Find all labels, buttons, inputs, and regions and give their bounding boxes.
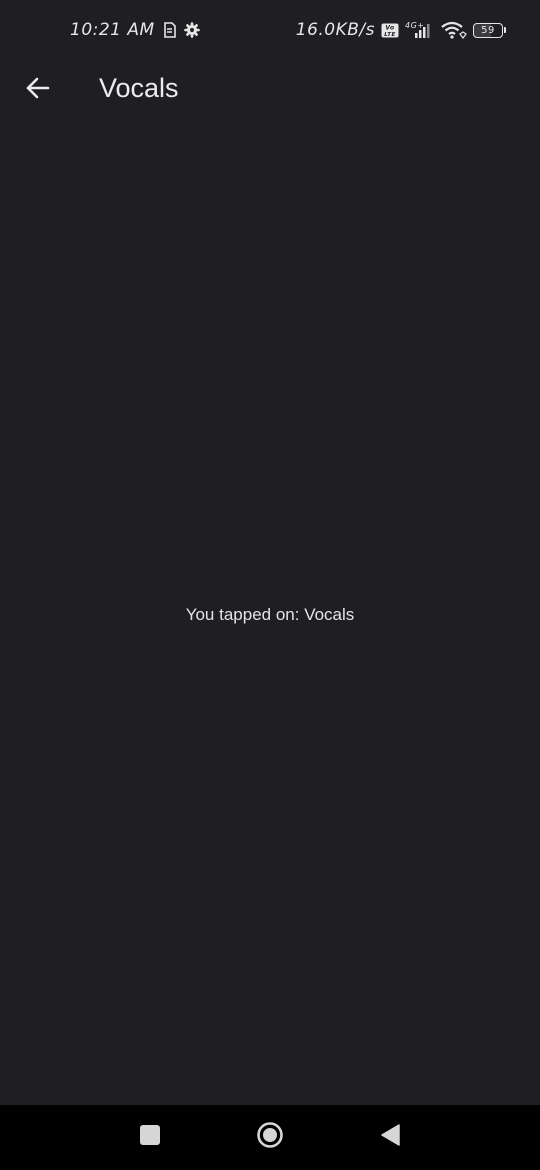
net-speed: 16.0KB/s [295,20,375,40]
status-time: 10:21 AM [70,20,155,40]
back-nav-button[interactable] [375,1122,405,1152]
home-button[interactable] [255,1121,285,1154]
svg-text:Vo: Vo [385,24,394,31]
battery-icon: 59 [473,22,506,38]
home-circle-icon [256,1121,284,1154]
network-type-label: 4G+ [405,21,425,30]
back-triangle-icon [379,1123,401,1152]
signal-icon: 4G+ [405,21,435,39]
volte-icon: Vo LTE [381,23,399,38]
settings-gear-icon [183,22,200,38]
status-right: 16.0KB/s Vo LTE 4G+ 59 [296,20,506,40]
recents-square-icon [139,1124,161,1151]
arrow-left-icon [25,75,51,106]
back-button[interactable] [18,70,58,110]
tapped-message: You tapped on: Vocals [185,605,355,624]
page-title: Vocals [99,73,179,103]
screen: 10:21 AM 16.0KB/s Vo LTE 4G+ 59 Vocals Y… [0,0,540,1170]
status-left: 10:21 AM [70,20,200,40]
battery-tip [504,27,506,33]
wifi-icon [441,21,467,39]
sim-icon [163,22,176,38]
recents-button[interactable] [135,1122,165,1152]
battery-level: 59 [481,24,495,36]
battery-body: 59 [473,22,503,38]
status-bar: 10:21 AM 16.0KB/s Vo LTE 4G+ 59 [0,0,540,62]
navigation-bar [0,1105,540,1170]
app-bar: Vocals [0,62,540,118]
svg-text:LTE: LTE [384,32,396,38]
